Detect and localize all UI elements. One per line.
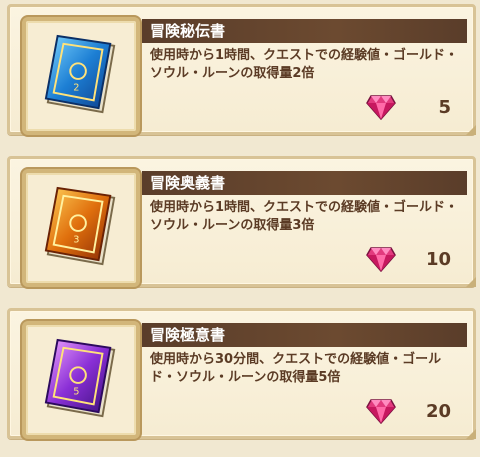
item-title: 冒険極意書 — [142, 323, 467, 347]
item-description: 使用時から1時間、クエストでの経験値・ゴールド・ソウル・ルーンの取得量3倍 — [150, 200, 459, 233]
shop-item-card-2[interactable]: 3 冒険奥義書 使用時から1時間、クエストでの経験値・ゴールド・ソウル・ルーンの… — [7, 156, 476, 287]
shop-item-list: 2 冒険秘伝書 使用時から1時間、クエストでの経験値・ゴールド・ソウル・ルーンの… — [0, 0, 480, 457]
blue-book-icon: 2 — [44, 34, 116, 114]
item-title: 冒険奥義書 — [142, 171, 467, 195]
item-thumbnail: 5 — [22, 321, 140, 439]
svg-text:5: 5 — [73, 387, 79, 398]
item-title: 冒険秘伝書 — [142, 19, 467, 43]
gem-icon — [366, 399, 396, 424]
shop-item-card-1[interactable]: 2 冒険秘伝書 使用時から1時間、クエストでの経験値・ゴールド・ソウル・ルーンの… — [7, 4, 476, 135]
svg-text:2: 2 — [73, 83, 79, 94]
item-description: 使用時から1時間、クエストでの経験値・ゴールド・ソウル・ルーンの取得量2倍 — [150, 48, 459, 81]
item-price: 10 — [425, 249, 451, 270]
orange-book-icon: 3 — [44, 186, 116, 266]
purple-book-icon: 5 — [44, 338, 116, 418]
item-description: 使用時から30分間、クエストでの経験値・ゴールド・ソウル・ルーンの取得量5倍 — [150, 352, 442, 385]
shop-item-card-3[interactable]: 5 冒険極意書 使用時から30分間、クエストでの経験値・ゴールド・ソウル・ルーン… — [7, 308, 476, 439]
gem-icon — [366, 95, 396, 120]
gem-icon — [366, 247, 396, 272]
item-price: 5 — [438, 97, 451, 118]
item-thumbnail: 2 — [22, 17, 140, 135]
item-thumbnail: 3 — [22, 169, 140, 287]
item-price: 20 — [425, 401, 451, 422]
svg-text:3: 3 — [73, 235, 79, 246]
